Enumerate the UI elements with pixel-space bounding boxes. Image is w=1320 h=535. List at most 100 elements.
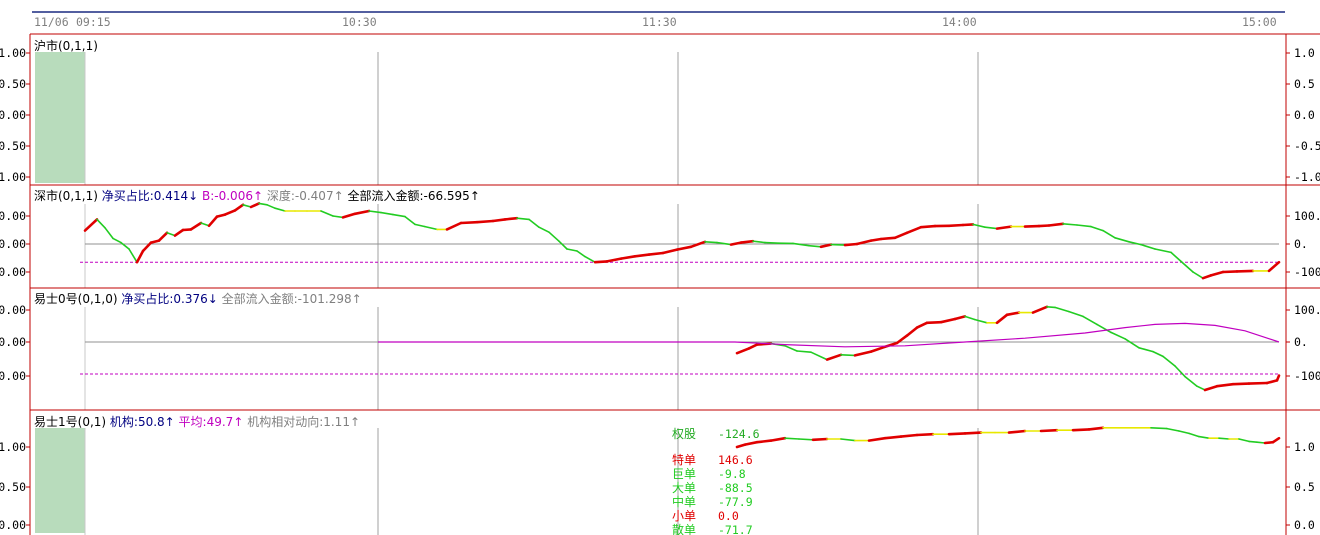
series-segment bbox=[867, 436, 887, 442]
series-group-shenshi bbox=[80, 202, 1281, 280]
series-segment bbox=[853, 350, 873, 357]
series-segment bbox=[380, 211, 394, 216]
series-segment bbox=[995, 225, 1013, 230]
panel-shenshi: 100.00 0.00 -100.00 100. 0. -100. 深市(0,1,1) 净买… bbox=[0, 184, 1320, 288]
series-segment bbox=[1087, 426, 1105, 431]
series-segment bbox=[869, 237, 883, 242]
time-axis: 11/06 09:15 10:30 11:30 14:00 15:00 bbox=[30, 11, 1320, 35]
y-tick-label-left: 0.00 bbox=[0, 237, 26, 251]
panel-header-item: B:-0.006 bbox=[198, 189, 253, 203]
series-segment bbox=[647, 251, 665, 256]
panel-header-item: ↑ bbox=[253, 189, 263, 203]
series-segment bbox=[558, 240, 568, 250]
time-label-0915: 09:15 bbox=[76, 15, 111, 29]
series-segment bbox=[915, 432, 935, 437]
series-segment bbox=[1046, 305, 1056, 309]
series-segment bbox=[1235, 269, 1255, 273]
series-segment bbox=[459, 220, 479, 225]
y-tick-label-right: 0.5 bbox=[1294, 77, 1315, 91]
series-segment bbox=[392, 213, 406, 218]
y-tick-label-right: 0.0 bbox=[1294, 518, 1315, 532]
y-tick-label-left: 0.50 bbox=[0, 77, 26, 91]
series-segment bbox=[1114, 237, 1130, 243]
series-segment bbox=[1039, 428, 1059, 433]
series-segment bbox=[1062, 223, 1078, 226]
series-segment bbox=[1221, 270, 1239, 274]
series-segment bbox=[704, 241, 718, 244]
panel-header-item: 平均:49.7 bbox=[175, 415, 234, 429]
panel-header-item: ↑ bbox=[470, 189, 480, 203]
panel-header-item: 机构:50.8 bbox=[106, 414, 165, 429]
series-segment bbox=[984, 226, 998, 230]
panel-header-item: ↑ bbox=[233, 415, 243, 429]
series-segment bbox=[1102, 229, 1116, 239]
series-group-yishi1 bbox=[735, 426, 1281, 449]
series-segment bbox=[810, 351, 828, 361]
series-segment bbox=[1248, 440, 1258, 444]
y-tick-label-left: -1.00 bbox=[0, 170, 26, 184]
legend-label: 大单 bbox=[672, 481, 696, 495]
series-segment bbox=[619, 254, 637, 260]
y-tick-label-left: 0.50 bbox=[0, 480, 26, 494]
series-segment bbox=[1154, 248, 1172, 254]
series-segment bbox=[961, 223, 975, 227]
series-segment bbox=[368, 210, 382, 214]
series-segment bbox=[1110, 331, 1126, 340]
series-segment bbox=[840, 353, 856, 357]
legend-value: -77.9 bbox=[718, 495, 753, 509]
series-segment bbox=[825, 353, 843, 361]
series-segment bbox=[1138, 346, 1154, 353]
series-segment bbox=[1178, 430, 1190, 435]
panel-header-item: 沪市(0,1,1) bbox=[34, 38, 98, 53]
panel-yishi1: 1.00 0.50 0.00 1.0 0.5 0.0 易士1号(0,1) 机构:50.8↑ … bbox=[0, 409, 1320, 535]
series-segment bbox=[528, 218, 540, 228]
series-segment bbox=[1231, 382, 1251, 386]
series-segment bbox=[974, 318, 988, 324]
y-tick-label-left: 0.00 bbox=[0, 108, 26, 122]
series-segment bbox=[1082, 315, 1098, 326]
panel-header-item: 净买占比:0.376 bbox=[118, 291, 208, 306]
series-segment bbox=[516, 217, 530, 221]
series-segment bbox=[769, 436, 787, 442]
series-segment bbox=[1215, 382, 1235, 388]
y-tick-label-right: 1.0 bbox=[1294, 46, 1315, 60]
series-segment bbox=[798, 438, 814, 441]
series-segment bbox=[1196, 385, 1206, 391]
y-tick-label-right: 0. bbox=[1294, 335, 1308, 349]
pre-open-shade bbox=[35, 428, 85, 533]
series-segment bbox=[1174, 365, 1186, 378]
series-segment bbox=[1090, 225, 1104, 232]
y-tick-label-right: -0.5 bbox=[1294, 139, 1320, 153]
series-segment bbox=[1184, 375, 1198, 388]
series-segment bbox=[1180, 260, 1194, 273]
series-segment bbox=[1152, 350, 1164, 358]
panel-header-item: ↓ bbox=[208, 292, 218, 306]
series-segment bbox=[1047, 222, 1065, 227]
panel-header-item: 净买占比:0.414 bbox=[98, 188, 188, 203]
y-tick-label-right: 1.0 bbox=[1294, 440, 1315, 454]
series-segment bbox=[1271, 436, 1281, 444]
series-segment bbox=[173, 228, 185, 237]
series-segment bbox=[414, 223, 426, 228]
series-segment bbox=[1247, 381, 1269, 385]
series-segment bbox=[1037, 224, 1051, 228]
series-segment bbox=[584, 255, 596, 264]
y-tick-label-right: 0. bbox=[1294, 237, 1308, 251]
series-segment bbox=[1023, 224, 1041, 228]
legend-value: 0.0 bbox=[718, 509, 739, 523]
series-segment bbox=[1192, 271, 1204, 280]
series-segment bbox=[1071, 428, 1091, 432]
series-segment bbox=[576, 250, 586, 258]
series-segment bbox=[320, 210, 334, 217]
series-segment bbox=[1054, 306, 1070, 313]
series-segment bbox=[830, 243, 846, 246]
series-segment bbox=[947, 223, 965, 228]
series-segment bbox=[1209, 270, 1225, 277]
panel-header-item: ↑ bbox=[352, 292, 362, 306]
series-segment bbox=[112, 237, 122, 244]
series-segment bbox=[274, 207, 286, 212]
series-segment bbox=[939, 317, 957, 324]
series-segment bbox=[593, 260, 609, 264]
series-segment bbox=[128, 248, 138, 264]
time-label-1500: 15:00 bbox=[1242, 15, 1277, 29]
